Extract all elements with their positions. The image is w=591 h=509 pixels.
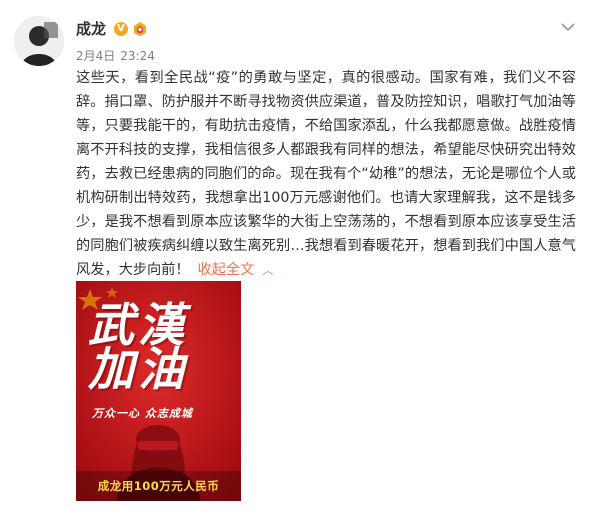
author-name[interactable]: 成龙 — [76, 19, 106, 39]
post-image[interactable]: 武漢 加油 万众一心 众志成城 成龙用100万元人民币 — [76, 281, 241, 501]
collapse-text-link[interactable]: 收起全文 ︿ — [198, 262, 274, 278]
verified-badge-icon: V — [114, 22, 128, 36]
post-date[interactable]: 2月4日 — [76, 49, 115, 63]
chevron-up-icon: ︿ — [262, 264, 274, 277]
avatar[interactable] — [14, 16, 64, 66]
post-text-container: 这些天，看到全民战“疫”的勇敢与坚定，真的很感动。国家有难，我们义不容辞。捐口罩… — [76, 66, 576, 283]
weibo-post: 成龙 V 2月4日 23:24 这些天，看到全民战“疫”的勇敢与坚定，真的很感动。… — [0, 0, 591, 509]
collapse-label: 收起全文 — [197, 262, 255, 278]
post-time[interactable]: 23:24 — [120, 49, 155, 63]
avatar-image — [14, 16, 64, 66]
poster-bottom-text: 成龙用100万元人民币 — [97, 479, 220, 493]
fan-badge-icon — [131, 20, 149, 38]
poster-title-line2: 加油 — [88, 342, 188, 396]
post-text: 这些天，看到全民战“疫”的勇敢与坚定，真的很感动。国家有难，我们义不容辞。捐口罩… — [76, 70, 576, 278]
chevron-down-icon[interactable] — [560, 18, 576, 32]
poster-slogan: 万众一心 众志成城 — [92, 407, 193, 420]
post-meta: 2月4日 23:24 — [76, 47, 155, 64]
